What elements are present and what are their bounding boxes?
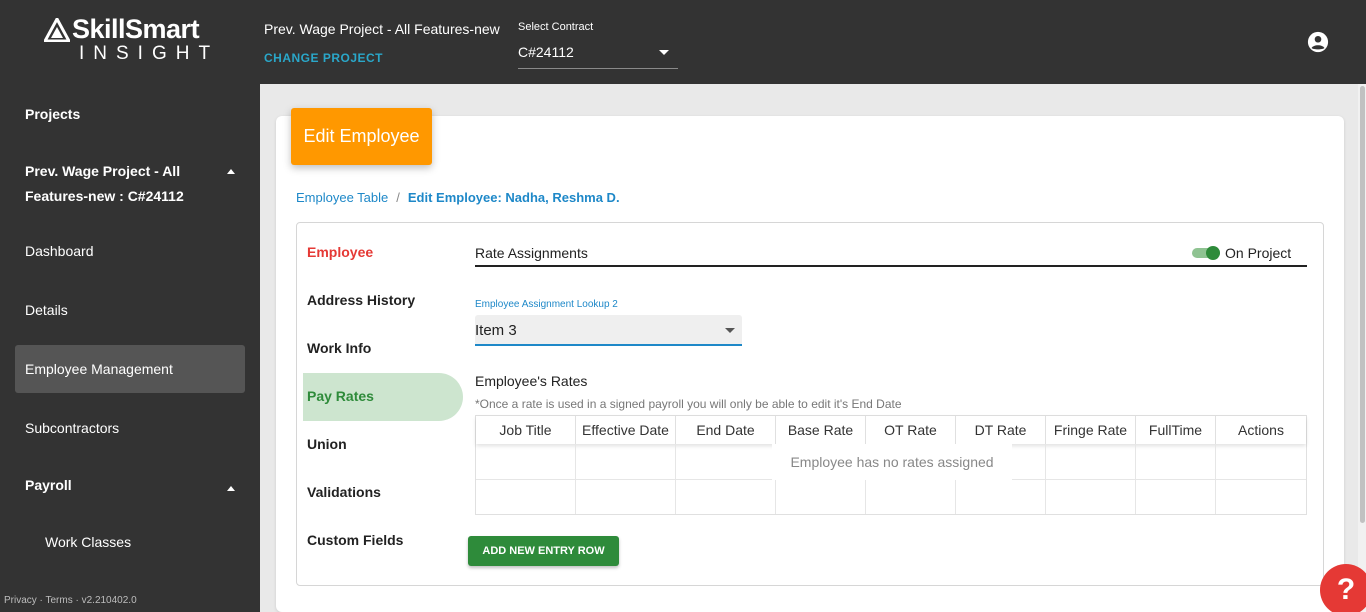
lookup-value: Item 3 <box>475 322 517 339</box>
scrollbar-thumb[interactable] <box>1360 86 1365 523</box>
page-title: Edit Employee <box>291 108 432 165</box>
chevron-down-icon <box>659 50 669 55</box>
sidebar-item-payroll[interactable]: Payroll <box>25 477 72 493</box>
column-header-fulltime[interactable]: FullTime <box>1136 416 1216 444</box>
tab-pay-rates[interactable]: Pay Rates <box>307 388 374 404</box>
sidebar-footer[interactable]: Privacy · Terms · v2.210402.0 <box>4 595 137 606</box>
skillsmart-logo[interactable]: SkillSmart INSIGHT <box>44 14 219 66</box>
toggle-thumb <box>1206 246 1220 260</box>
chevron-up-icon[interactable] <box>227 486 235 491</box>
contract-value: C#24112 <box>518 44 574 60</box>
logo-triangle-icon <box>44 17 70 42</box>
sidebar: Projects Prev. Wage Project - All Featur… <box>0 84 260 612</box>
rate-assignments-title: Rate Assignments <box>475 245 588 261</box>
tab-validations[interactable]: Validations <box>307 484 381 500</box>
logo-brand: SkillSmart <box>44 14 200 45</box>
logo-sub-text: INSIGHT <box>79 43 220 64</box>
employee-assignment-lookup-select[interactable]: Item 3 <box>475 315 742 346</box>
tab-union[interactable]: Union <box>307 436 347 452</box>
project-name: Prev. Wage Project - All Features-new <box>264 21 500 37</box>
breadcrumb: Employee Table / Edit Employee: Nadha, Res… <box>296 190 620 205</box>
account-circle-icon[interactable] <box>1307 31 1329 53</box>
sidebar-item-employee-management[interactable]: Employee Management <box>25 361 173 377</box>
sidebar-item-details[interactable]: Details <box>25 302 68 318</box>
sidebar-item-projects[interactable]: Projects <box>25 106 80 122</box>
column-header-actions: Actions <box>1238 422 1284 438</box>
rates-table: Job Title Effective Date End Date Base R… <box>475 415 1307 515</box>
lookup-label: Employee Assignment Lookup 2 <box>475 299 618 310</box>
chevron-up-icon[interactable] <box>227 169 235 174</box>
sidebar-item-work-classes[interactable]: Work Classes <box>45 534 131 550</box>
column-header-ot-rate[interactable]: OT Rate <box>866 416 956 444</box>
column-header-dt-rate[interactable]: DT Rate <box>956 416 1046 444</box>
column-header-effective-date[interactable]: Effective Date <box>576 416 676 444</box>
empty-table-message: Employee has no rates assigned <box>772 444 1012 480</box>
breadcrumb-employee-table-link[interactable]: Employee Table <box>296 190 388 205</box>
top-bar: SkillSmart INSIGHT Prev. Wage Project - … <box>0 0 1366 84</box>
column-header-end-date[interactable]: End Date <box>676 416 776 444</box>
column-header-job-title[interactable]: Job Title <box>476 416 576 444</box>
help-button[interactable]: ? <box>1320 564 1366 612</box>
column-header-fringe-rate[interactable]: Fringe Rate <box>1046 416 1136 444</box>
on-project-label: On Project <box>1225 245 1292 261</box>
employee-rates-title: Employee's Rates <box>475 373 588 389</box>
rate-assignments-divider <box>475 265 1307 267</box>
employee-rates-note: *Once a rate is used in a signed payroll… <box>475 397 902 411</box>
add-new-entry-row-button[interactable]: ADD NEW ENTRY ROW <box>468 536 619 566</box>
breadcrumb-current: Edit Employee: Nadha, Reshma D. <box>407 190 620 205</box>
tab-work-info[interactable]: Work Info <box>307 340 371 356</box>
select-contract-label: Select Contract <box>518 21 594 33</box>
tab-employee[interactable]: Employee <box>307 244 373 260</box>
contract-select[interactable]: C#24112 <box>518 42 678 69</box>
breadcrumb-separator: / <box>396 190 400 205</box>
logo-brand-text: SkillSmart <box>72 14 200 44</box>
tab-custom-fields[interactable]: Custom Fields <box>307 532 403 548</box>
column-header-base-rate[interactable]: Base Rate <box>776 416 866 444</box>
sidebar-item-dashboard[interactable]: Dashboard <box>25 243 94 259</box>
tab-address-history[interactable]: Address History <box>307 292 415 308</box>
change-project-link[interactable]: CHANGE PROJECT <box>264 51 383 65</box>
sidebar-item-current-project[interactable]: Prev. Wage Project - All Features-new : … <box>25 159 195 209</box>
sidebar-item-subcontractors[interactable]: Subcontractors <box>25 420 119 436</box>
on-project-toggle[interactable] <box>1192 246 1222 260</box>
chevron-down-icon <box>725 328 735 333</box>
